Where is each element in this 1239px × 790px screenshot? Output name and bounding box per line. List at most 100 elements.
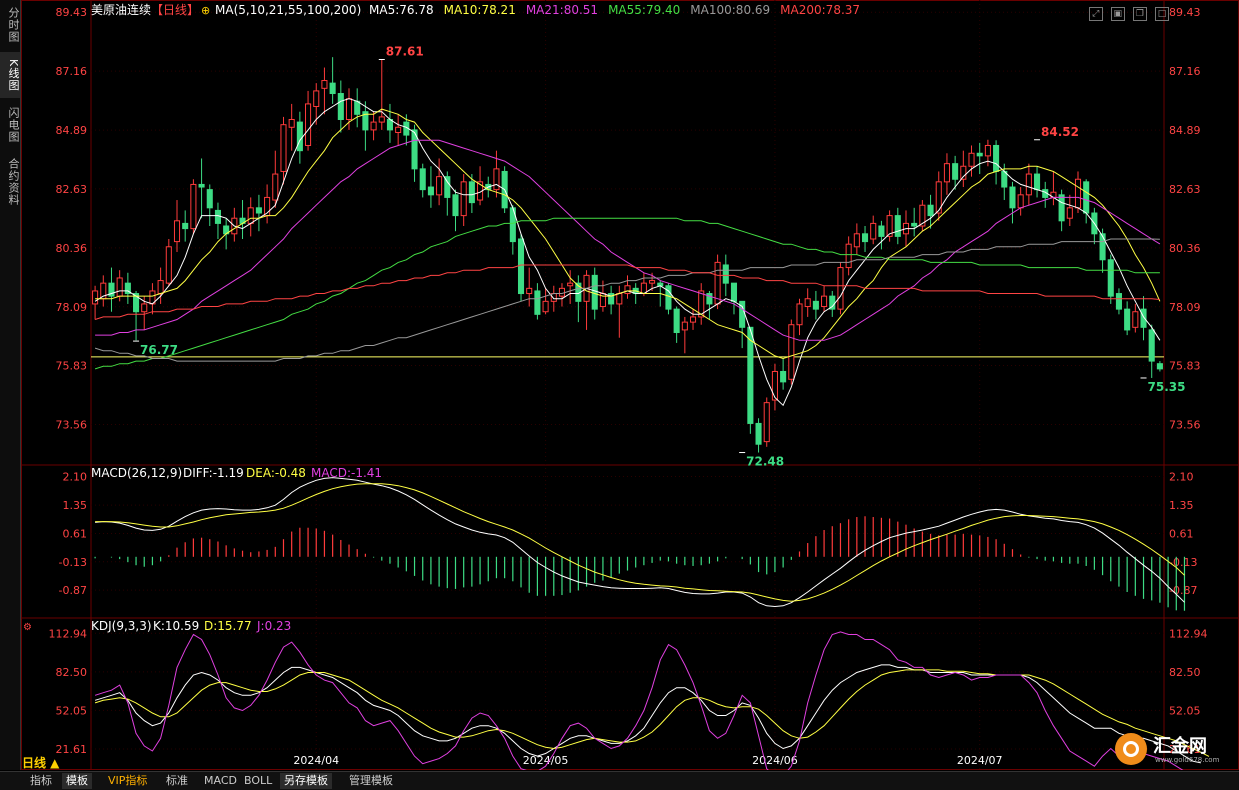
candle bbox=[681, 316, 688, 354]
candle bbox=[796, 298, 803, 336]
period-selector-button[interactable]: 日线 ▲ bbox=[22, 754, 59, 771]
tab-vip-indicator[interactable]: VIP指标 bbox=[104, 773, 151, 789]
candle-up-body bbox=[558, 287, 566, 297]
candle-down-body bbox=[452, 194, 459, 217]
candle-down-body bbox=[1099, 233, 1106, 261]
candle bbox=[821, 285, 828, 312]
candle bbox=[108, 267, 115, 312]
candle bbox=[583, 270, 590, 330]
maximize-icon[interactable]: □ bbox=[1155, 7, 1169, 21]
candle bbox=[771, 363, 778, 411]
candle-up-body bbox=[493, 168, 500, 191]
candle-up-body bbox=[616, 293, 623, 305]
candle-down-body bbox=[722, 264, 729, 284]
candle-down-body bbox=[1083, 181, 1090, 214]
y-tick-label: 82.50 bbox=[56, 666, 88, 679]
candle bbox=[1124, 301, 1131, 336]
tab-template[interactable]: 模板 bbox=[62, 773, 92, 789]
candle bbox=[927, 194, 934, 229]
tab-tick-chart[interactable]: 分时图 bbox=[0, 2, 20, 48]
logo-mark-icon bbox=[1115, 733, 1147, 765]
ma200-label: MA200:78.37 bbox=[780, 3, 860, 17]
y-tick-label: 82.63 bbox=[1169, 183, 1201, 196]
candle-down-body bbox=[198, 183, 205, 188]
kdj-k-line bbox=[94, 664, 1202, 764]
candle-down-body bbox=[255, 207, 262, 214]
candle bbox=[780, 358, 787, 390]
indicator-menu-icon[interactable]: ⚙ bbox=[23, 622, 32, 633]
candle-down-body bbox=[182, 222, 189, 230]
price-header: 美原油连续 【日线】 ⊕ MA(5,10,21,55,100,200) MA5:… bbox=[91, 2, 860, 17]
candle bbox=[100, 275, 107, 307]
candle bbox=[1140, 296, 1147, 341]
candle-up-body bbox=[984, 144, 991, 157]
y-tick-label: 21.61 bbox=[56, 743, 88, 756]
save-template-button[interactable]: 另存模板 bbox=[280, 773, 332, 789]
gold678-logo: 汇金网 www.gold678.com bbox=[1115, 729, 1235, 769]
tab-boll[interactable]: BOLL bbox=[240, 773, 276, 789]
y-tick-label: 73.56 bbox=[1169, 418, 1201, 431]
candle bbox=[894, 207, 901, 245]
candle-up-body bbox=[305, 103, 312, 146]
tab-indicator[interactable]: 指标 bbox=[26, 773, 56, 789]
candle-down-body bbox=[296, 121, 303, 152]
candle bbox=[460, 174, 467, 227]
dock-icon[interactable]: ▣ bbox=[1110, 7, 1125, 21]
tab-macd[interactable]: MACD bbox=[200, 773, 241, 789]
tab-contract-info[interactable]: 合约资料 bbox=[0, 152, 20, 212]
candle-up-body bbox=[165, 246, 172, 284]
candle bbox=[919, 200, 926, 232]
candle bbox=[247, 197, 254, 237]
month-label: 2024/06 bbox=[752, 754, 798, 767]
y-tick-label: 84.89 bbox=[1169, 124, 1201, 137]
kline-chart-area[interactable]: 美原油连续 【日线】 ⊕ MA(5,10,21,55,100,200) MA5:… bbox=[21, 0, 1239, 770]
settings-icon[interactable]: ⊕ bbox=[201, 4, 210, 17]
candle bbox=[329, 57, 336, 104]
candle-up-body bbox=[280, 124, 287, 172]
candle bbox=[280, 116, 287, 185]
y-tick-label: 1.35 bbox=[1169, 499, 1194, 512]
y-tick-label: 78.09 bbox=[56, 301, 88, 314]
tab-standard[interactable]: 标准 bbox=[162, 773, 192, 789]
kdj-j-value: J:0.23 bbox=[256, 619, 291, 633]
candle bbox=[1156, 361, 1163, 372]
y-tick-label: 52.05 bbox=[1169, 704, 1201, 717]
manage-template-button[interactable]: 管理模板 bbox=[345, 773, 397, 789]
candle bbox=[624, 275, 631, 299]
candle bbox=[157, 267, 164, 304]
candle-down-body bbox=[911, 222, 918, 227]
candle-up-body bbox=[681, 321, 688, 331]
candle-up-body bbox=[1074, 178, 1082, 209]
candle bbox=[206, 184, 213, 227]
restore-icon[interactable]: ❐ bbox=[1132, 7, 1147, 21]
tab-flash-chart[interactable]: 闪电图 bbox=[0, 102, 20, 148]
y-tick-label: 0.61 bbox=[1169, 527, 1194, 540]
candle bbox=[993, 140, 1000, 185]
ma-params: MA(5,10,21,55,100,200) bbox=[215, 3, 361, 17]
candle-down-body bbox=[591, 274, 598, 310]
candle bbox=[255, 194, 262, 232]
candle bbox=[165, 238, 172, 286]
candle bbox=[1099, 228, 1106, 273]
candle-down-body bbox=[1058, 194, 1065, 222]
fullscreen-icon[interactable]: ⤢ bbox=[1088, 7, 1103, 21]
candle-down-body bbox=[755, 422, 762, 445]
candle-up-body bbox=[845, 243, 852, 269]
candle bbox=[845, 236, 852, 276]
candle-down-body bbox=[214, 209, 221, 224]
candle-down-body bbox=[927, 204, 934, 217]
y-tick-label: 80.36 bbox=[1169, 242, 1201, 255]
candle bbox=[1058, 189, 1065, 232]
candle bbox=[313, 83, 320, 125]
candle bbox=[436, 158, 443, 206]
y-tick-label: 89.43 bbox=[56, 6, 88, 19]
month-label: 2024/05 bbox=[523, 754, 569, 767]
candle bbox=[173, 200, 181, 252]
tab-kline-chart[interactable]: K线图 bbox=[0, 52, 20, 98]
candle bbox=[321, 67, 328, 115]
candle-down-body bbox=[1124, 308, 1131, 331]
diff-line bbox=[95, 477, 1185, 608]
side-tab-bar: 分时图 K线图 闪电图 合约资料 bbox=[0, 0, 21, 770]
candle-down-body bbox=[427, 186, 434, 196]
y-tick-label: 80.36 bbox=[56, 242, 88, 255]
